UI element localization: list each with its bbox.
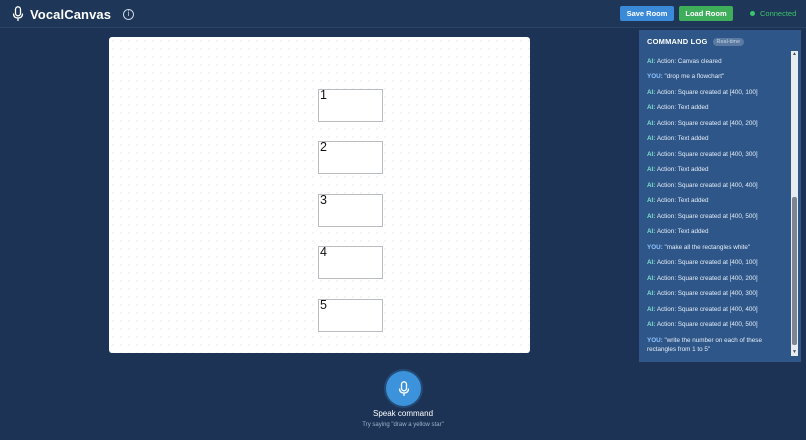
brand: VocalCanvas i [12,6,135,22]
save-room-button[interactable]: Save Room [620,6,674,21]
log-role: AI: [647,321,656,328]
canvas-rectangle[interactable]: 5 [318,298,383,332]
canvas-rectangle[interactable]: 3 [318,193,383,227]
load-room-button[interactable]: Load Room [679,6,733,21]
log-entry: AI: Action: Text added [647,103,787,112]
log-text: Action: Square created at [400, 400] [656,306,758,313]
log-text: "make all the rectangles white" [664,244,751,251]
log-text: Action: Square created at [400, 400] [656,182,758,189]
log-role: YOU: [647,244,663,251]
log-entry: AI: Action: Canvas cleared [647,57,787,66]
scroll-up-icon[interactable]: ▲ [791,51,798,58]
log-role: AI: [647,290,656,297]
connection-status: Connected [750,9,796,18]
status-dot-icon [750,11,755,16]
log-entry: AI: Action: Square created at [400, 500] [647,212,787,221]
scroll-thumb[interactable] [792,197,797,345]
log-entry: AI: Action: Text added [647,134,787,143]
log-role: AI: [647,151,656,158]
log-text: "write the number on each of these recta… [647,337,762,353]
log-entry: AI: Action: Text added [647,165,787,174]
log-entry: AI: Action: Square created at [400, 100] [647,88,787,97]
log-text: Action: Square created at [400, 300] [656,290,758,297]
log-role: AI: [647,197,656,204]
log-entry: AI: Action: Text added [647,196,787,205]
log-entry: AI: Action: Square created at [400, 100] [647,258,787,267]
log-scrollbar[interactable]: ▲ ▼ [791,51,798,356]
log-text: Action: Square created at [400, 500] [656,213,758,220]
log-entry: AI: Action: Square created at [400, 200] [647,119,787,128]
microphone-icon [398,380,409,396]
speak-command-label: Speak command [372,409,434,418]
log-entry: YOU: "write the number on each of these … [647,336,787,354]
log-text: Action: Square created at [400, 500] [656,321,758,328]
log-entry: YOU: "drop me a flowchart" [647,72,787,81]
rectangle-label: 1 [320,88,327,102]
rectangle-label: 4 [320,245,327,259]
log-text: Action: Square created at [400, 200] [656,275,758,282]
speak-hint: Try saying "draw a yellow star" [362,422,444,428]
log-role: AI: [647,306,656,313]
log-role: AI: [647,104,656,111]
log-entry: AI: Action: Square created at [400, 200] [647,274,787,283]
command-log-title: COMMAND LOG [647,37,708,46]
log-text: Action: Text added [656,228,709,235]
log-text: Action: Text added [656,104,709,111]
log-entry: AI: Action: Square created at [400, 300] [647,289,787,298]
top-bar: VocalCanvas i Save Room Load Room Connec… [0,0,806,28]
log-role: AI: [647,275,656,282]
log-role: AI: [647,120,656,127]
log-text: Action: Square created at [400, 200] [656,120,758,127]
log-text: Action: Square created at [400, 100] [656,259,758,266]
command-log-panel: COMMAND LOG Real-time AI: Action: Canvas… [639,30,801,362]
log-text: Action: Text added [656,197,709,204]
realtime-badge: Real-time [712,37,745,46]
canvas-rectangle[interactable]: 4 [318,245,383,279]
log-role: AI: [647,259,656,266]
log-entry: AI: Action: Square created at [400, 300] [647,150,787,159]
log-role: AI: [647,213,656,220]
log-text: Action: Square created at [400, 300] [656,151,758,158]
speak-command-button[interactable] [386,371,421,406]
microphone-icon [12,6,24,21]
log-role: AI: [647,228,656,235]
rectangle-label: 3 [320,193,327,207]
log-role: AI: [647,135,656,142]
log-role: AI: [647,182,656,189]
rectangle-label: 5 [320,298,327,312]
app-title: VocalCanvas [30,6,112,22]
log-role: AI: [647,58,656,65]
rectangle-label: 2 [320,140,327,154]
log-role: AI: [647,166,656,173]
log-role: YOU: [647,337,663,344]
canvas-rectangle[interactable]: 2 [318,140,383,174]
log-text: Action: Canvas cleared [656,58,722,65]
status-text: Connected [760,9,797,18]
log-text: Action: Text added [656,135,709,142]
scroll-down-icon[interactable]: ▼ [791,349,798,356]
log-entry: AI: Action: Square created at [400, 500] [647,320,787,329]
log-text: "drop me a flowchart" [664,73,725,80]
canvas-rectangle[interactable]: 1 [318,88,383,122]
info-icon[interactable]: i [123,8,135,20]
drawing-canvas[interactable]: 1 2 3 4 5 [109,37,530,353]
log-entry: YOU: "make all the rectangles white" [647,243,787,252]
command-log-header: COMMAND LOG Real-time [647,37,745,46]
log-role: AI: [647,89,656,96]
log-entry: AI: Action: Text added [647,227,787,236]
log-text: Action: Text added [656,166,709,173]
log-entry: AI: Action: Square created at [400, 400] [647,181,787,190]
log-role: YOU: [647,73,663,80]
log-text: Action: Square created at [400, 100] [656,89,758,96]
log-entry: AI: Action: Square created at [400, 400] [647,305,787,314]
